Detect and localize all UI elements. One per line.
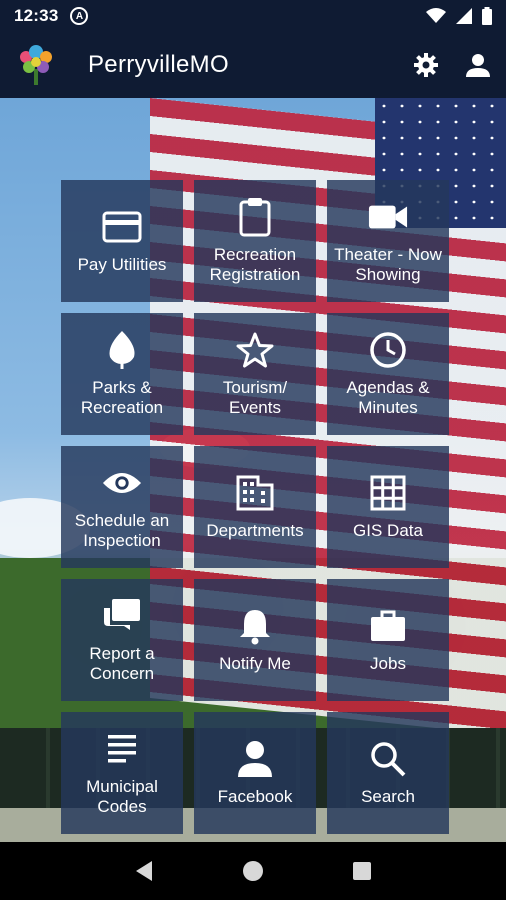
briefcase-icon <box>368 606 408 646</box>
tile-departments[interactable]: Departments <box>194 446 316 568</box>
tile-tourism-events[interactable]: Tourism/ Events <box>194 313 316 435</box>
tile-label: Agendas & Minutes <box>346 378 430 417</box>
tile-label: Departments <box>206 521 304 540</box>
tile-schedule-inspection[interactable]: Schedule an Inspection <box>61 446 183 568</box>
video-camera-icon <box>368 197 408 237</box>
person-icon <box>235 739 275 779</box>
home-icon[interactable] <box>242 860 264 882</box>
tile-label: Pay Utilities <box>77 255 167 274</box>
settings-button[interactable] <box>412 51 440 79</box>
tile-label: Parks & Recreation <box>80 378 164 417</box>
app-bar: PerryvilleMO <box>0 32 506 98</box>
notification-badge: A <box>70 7 89 25</box>
tile-label: Facebook <box>217 787 293 806</box>
document-lines-icon <box>102 729 142 769</box>
building-icon <box>235 473 275 513</box>
tile-theater-now-showing[interactable]: Theater - Now Showing <box>327 180 449 302</box>
tile-search[interactable]: Search <box>327 712 449 834</box>
tile-parks-recreation[interactable]: Parks & Recreation <box>61 313 183 435</box>
back-icon[interactable] <box>134 860 154 882</box>
tile-jobs[interactable]: Jobs <box>327 579 449 701</box>
tree-logo <box>20 45 52 85</box>
gear-icon <box>414 53 438 77</box>
system-nav-bar <box>0 842 506 900</box>
account-icon <box>466 54 490 77</box>
tile-label: Jobs <box>370 654 406 673</box>
tile-gis-data[interactable]: GIS Data <box>327 446 449 568</box>
clipboard-icon <box>235 197 275 237</box>
tile-recreation-registration[interactable]: Recreation Registration <box>194 180 316 302</box>
tile-label: Search <box>361 787 415 806</box>
signal-icon <box>456 8 472 24</box>
chat-bubbles-icon <box>102 596 142 636</box>
grid-icon <box>368 473 408 513</box>
tile-label: Municipal Codes <box>86 777 158 816</box>
tile-agendas-minutes[interactable]: Agendas & Minutes <box>327 313 449 435</box>
bell-icon <box>235 606 275 646</box>
account-button[interactable] <box>464 51 492 79</box>
tile-label: Tourism/ Events <box>222 378 288 417</box>
tile-label: Notify Me <box>219 654 291 673</box>
leaf-icon <box>102 330 142 370</box>
tile-pay-utilities[interactable]: Pay Utilities <box>61 180 183 302</box>
eye-icon <box>102 463 142 503</box>
tile-label: Recreation Registration <box>209 245 301 284</box>
status-icons <box>426 7 492 25</box>
tile-municipal-codes[interactable]: Municipal Codes <box>61 712 183 834</box>
clock-icon <box>368 330 408 370</box>
tile-label: Theater - Now Showing <box>334 245 442 284</box>
app-title: PerryvilleMO <box>88 51 229 78</box>
app-bar-actions <box>412 51 492 79</box>
wifi-icon <box>426 8 446 23</box>
search-icon <box>368 739 408 779</box>
status-time: 12:33 <box>14 6 59 25</box>
credit-card-icon <box>102 207 142 247</box>
recents-icon[interactable] <box>352 861 372 881</box>
tile-notify-me[interactable]: Notify Me <box>194 579 316 701</box>
tile-report-concern[interactable]: Report a Concern <box>61 579 183 701</box>
tile-label: Schedule an Inspection <box>74 511 170 550</box>
status-bar: 12:33 A <box>0 0 506 32</box>
tile-label: GIS Data <box>353 521 423 540</box>
tile-label: Report a Concern <box>89 644 155 683</box>
star-icon <box>235 330 275 370</box>
tile-facebook[interactable]: Facebook <box>194 712 316 834</box>
battery-icon <box>482 7 492 25</box>
